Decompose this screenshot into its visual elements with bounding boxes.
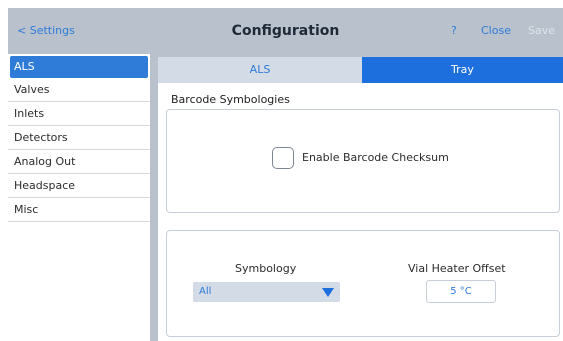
sidebar-item-als[interactable]: ALS [10,56,148,78]
tab-als[interactable]: ALS [158,57,362,83]
sidebar-item-detectors[interactable]: Detectors [8,126,150,150]
sidebar-item-valves[interactable]: Valves [8,78,150,102]
symbology-label: Symbology [235,262,297,275]
sidebar: ALS Valves Inlets Detectors Analog Out H… [8,54,150,341]
help-button[interactable]: ? [451,8,457,54]
tab-tray[interactable]: Tray [362,57,563,83]
vial-heater-offset-field[interactable]: 5 °C [426,280,496,303]
symbology-value: All [199,286,212,297]
close-button[interactable]: Close [481,8,511,54]
symbology-dropdown[interactable]: All [193,282,340,302]
barcode-checksum-card: Enable Barcode Checksum [166,109,560,213]
section-title: Barcode Symbologies [171,93,290,106]
sidebar-item-headspace[interactable]: Headspace [8,174,150,198]
sidebar-item-analog-out[interactable]: Analog Out [8,150,150,174]
vial-heater-offset-label: Vial Heater Offset [408,262,506,275]
sidebar-item-inlets[interactable]: Inlets [8,102,150,126]
main-panel: ALS Tray Barcode Symbologies Enable Barc… [158,57,563,341]
configuration-window: Configuration < Settings ? Close Save AL… [8,8,563,341]
back-to-settings-link[interactable]: < Settings [17,8,75,54]
barcode-checksum-checkbox[interactable] [272,147,294,169]
tab-bar: ALS Tray [158,57,563,83]
save-button[interactable]: Save [528,8,555,54]
page-title: Configuration [231,23,340,39]
header-bar: Configuration < Settings ? Close Save [8,8,563,54]
sidebar-item-misc[interactable]: Misc [8,198,150,222]
symbology-settings-card: Symbology All Vial Heater Offset 5 °C [166,230,560,337]
barcode-checksum-label: Enable Barcode Checksum [302,151,449,164]
chevron-down-icon [322,288,334,297]
